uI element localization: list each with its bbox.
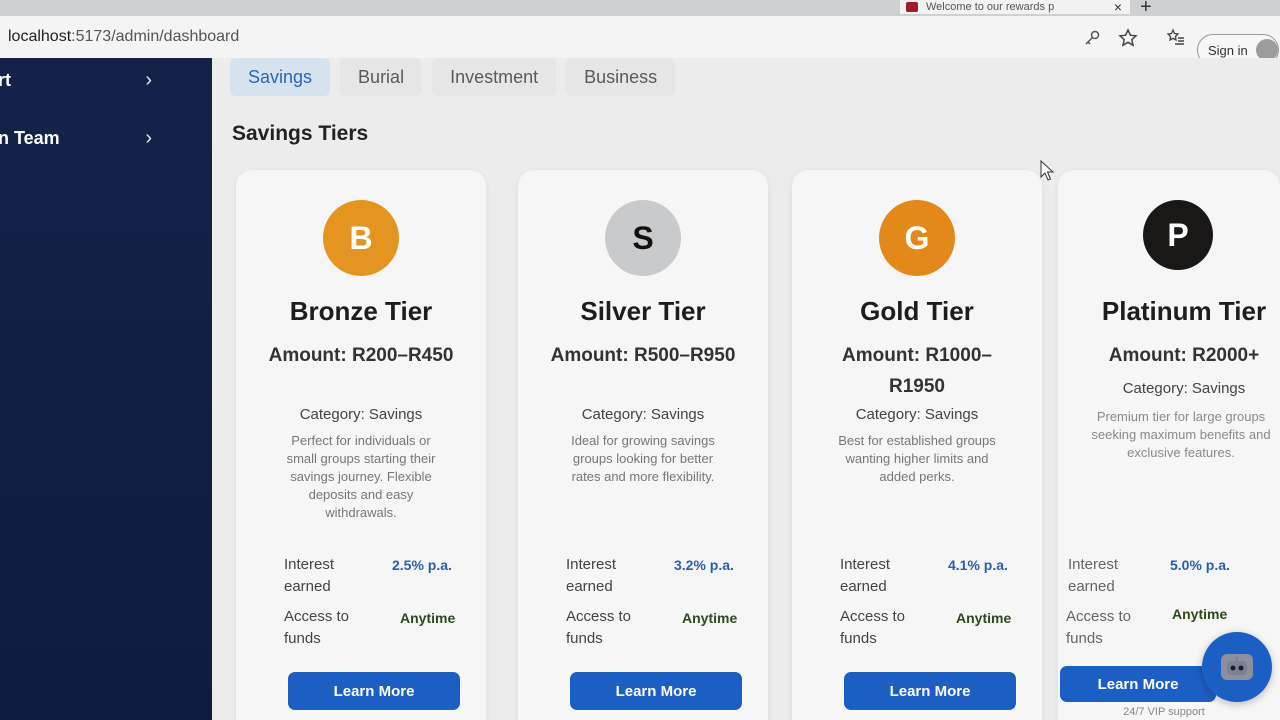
url-path: :5173/admin/dashboard (71, 28, 240, 45)
access-label: Access to funds (840, 608, 906, 647)
tier-card-silver: S Silver Tier Amount: R500–R950 Category… (518, 170, 768, 720)
interest-value: 2.5% p.a. (392, 557, 452, 573)
tier-name: Silver Tier (580, 296, 706, 326)
favicon-icon (906, 2, 918, 12)
tier-amount: Amount: R200–R450 (268, 345, 454, 366)
interest-value: 3.2% p.a. (674, 557, 734, 573)
mouse-cursor-icon (1040, 160, 1054, 181)
sign-in-label: Sign in (1208, 42, 1248, 58)
chevron-right-icon: › (145, 68, 152, 91)
chevron-right-icon: › (145, 126, 152, 149)
interest-label: Interest earned (566, 556, 617, 595)
access-value: Anytime (400, 610, 456, 626)
sidebar: rt › n Team › (0, 58, 212, 720)
learn-more-button[interactable]: Learn More (288, 672, 460, 710)
tier-amount: Amount: R1000–R1950 (842, 345, 992, 397)
tier-category: Category: Savings (299, 406, 423, 423)
interest-label: Interest earned (1068, 556, 1119, 595)
interest-value: 4.1% p.a. (948, 557, 1008, 573)
tier-badge: S (605, 200, 681, 276)
favorite-star-icon[interactable] (1116, 26, 1140, 50)
favorites-list-icon[interactable] (1164, 26, 1188, 50)
tab-business[interactable]: Business (566, 58, 676, 96)
tier-category: Category: Savings (855, 406, 979, 423)
tier-badge: G (879, 200, 955, 276)
tier-description: Premium tier for large groups seeking ma… (1091, 409, 1271, 460)
browser-tab[interactable]: Welcome to our rewards p × (900, 0, 1130, 14)
tier-badge: P (1143, 200, 1213, 270)
tier-card-gold: G Gold Tier Amount: R1000–R1950 Category… (792, 170, 1042, 720)
main-content: Savings Burial Investment Business Savin… (212, 58, 1280, 720)
address-bar[interactable]: localhost :5173/admin/dashboard (0, 22, 1150, 52)
chat-assistant-button[interactable] (1202, 632, 1272, 702)
access-value: Anytime (682, 610, 738, 626)
tier-name: Bronze Tier (289, 296, 433, 326)
tier-category: Category: Savings (1122, 380, 1246, 397)
robot-icon (1221, 654, 1253, 680)
learn-more-button[interactable]: Learn More (570, 672, 742, 710)
tab-burial[interactable]: Burial (340, 58, 423, 96)
browser-toolbar: localhost :5173/admin/dashboard (0, 16, 1280, 60)
tier-amount: Amount: R2000+ (1108, 345, 1260, 366)
sidebar-item-report[interactable]: rt › (0, 60, 182, 100)
sidebar-item-label: n Team (0, 127, 60, 148)
tier-card-bronze: B Bronze Tier Amount: R200–R450 Category… (236, 170, 486, 720)
tier-category: Category: Savings (581, 406, 705, 423)
access-label: Access to funds (1066, 608, 1132, 647)
access-label: Access to funds (566, 608, 632, 647)
tier-description: Perfect for individuals or small groups … (286, 433, 436, 520)
category-tabs: Savings Burial Investment Business (230, 58, 676, 98)
learn-more-button[interactable]: Learn More (1060, 666, 1216, 702)
sidebar-item-team[interactable]: n Team › (0, 118, 182, 158)
tier-description: Best for established groups wanting high… (838, 433, 996, 484)
interest-value: 5.0% p.a. (1170, 557, 1230, 573)
access-label: Access to funds (284, 608, 350, 647)
browser-tabstrip: Welcome to our rewards p × + (0, 0, 1280, 18)
browser-tab-title: Welcome to our rewards p (926, 1, 1055, 13)
section-title: Savings Tiers (232, 122, 369, 145)
interest-label: Interest earned (840, 556, 891, 595)
tab-investment[interactable]: Investment (432, 58, 557, 96)
tier-badge: B (323, 200, 399, 276)
tier-amount: Amount: R500–R950 (550, 345, 736, 366)
tier-description: Ideal for growing savings groups looking… (571, 433, 715, 484)
sidebar-item-label: rt (0, 69, 11, 90)
interest-label: Interest earned (284, 556, 335, 595)
tier-name: Gold Tier (860, 296, 974, 326)
access-value: Anytime (1172, 606, 1228, 622)
access-value: Anytime (956, 610, 1012, 626)
tier-name: Platinum Tier (1101, 296, 1267, 326)
tab-close-icon[interactable]: × (1114, 0, 1122, 14)
key-icon[interactable] (1080, 26, 1104, 50)
card-footer: 24/7 VIP support (1123, 706, 1205, 718)
url-host: localhost (8, 28, 72, 45)
learn-more-button[interactable]: Learn More (844, 672, 1016, 710)
tab-savings[interactable]: Savings (230, 58, 331, 96)
